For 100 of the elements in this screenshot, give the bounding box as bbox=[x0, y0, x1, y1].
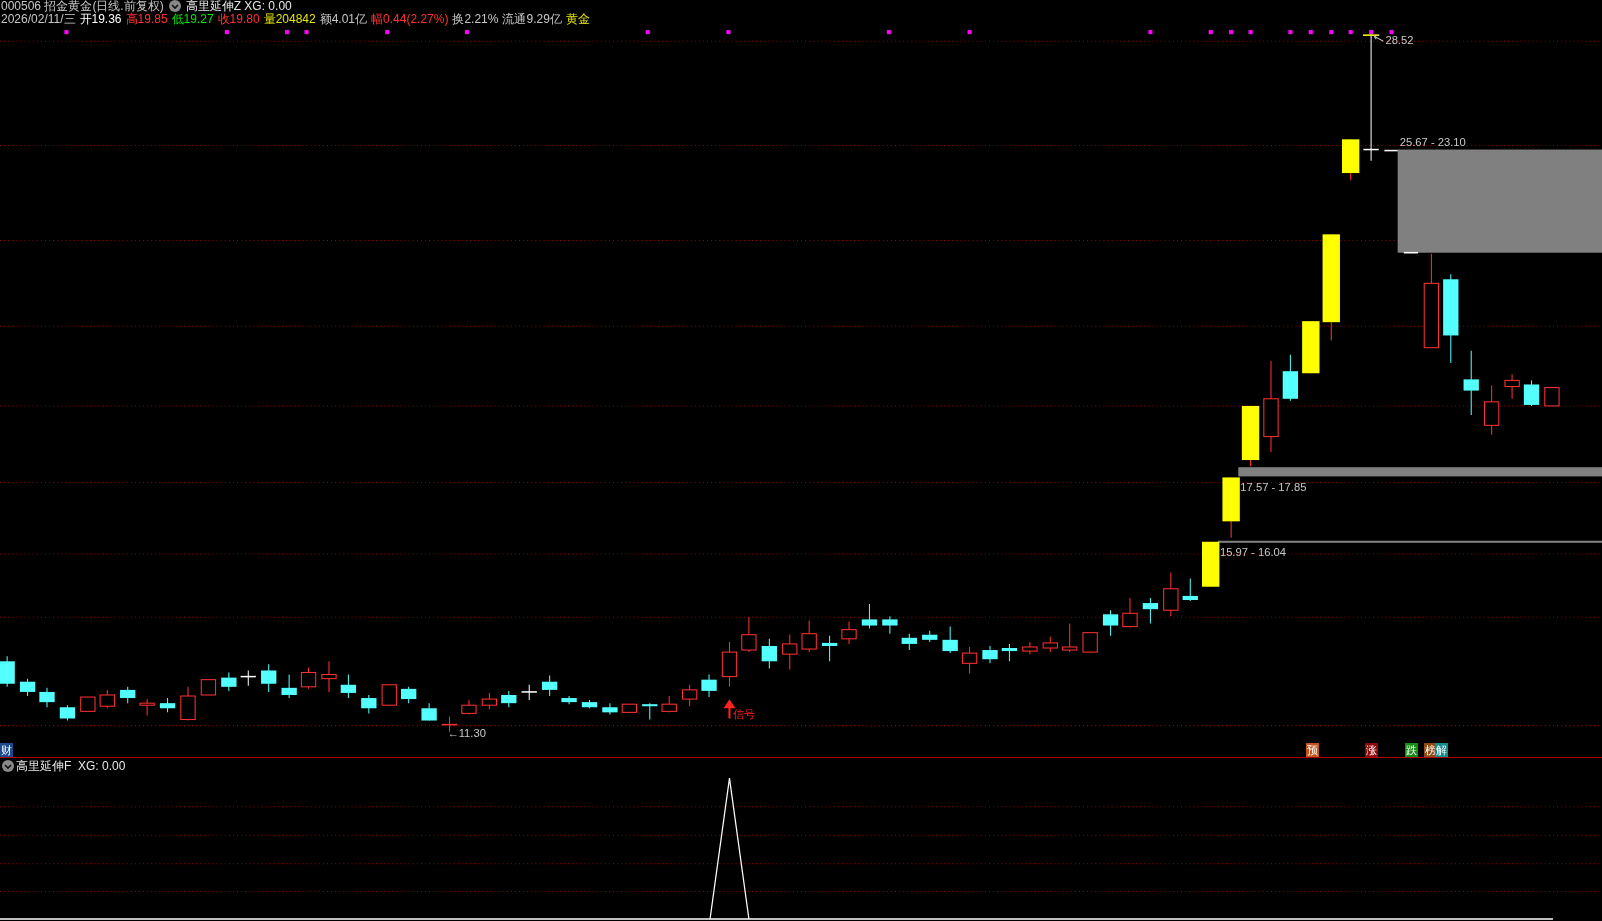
candlestick bbox=[461, 699, 477, 715]
price-tick bbox=[1383, 149, 1399, 152]
candlestick bbox=[1122, 597, 1138, 629]
candlestick bbox=[1282, 354, 1299, 402]
candlestick bbox=[501, 690, 517, 708]
candlestick bbox=[361, 694, 377, 714]
candlestick bbox=[1342, 138, 1360, 181]
quote-value: 高19.85 bbox=[125, 13, 168, 26]
candlestick bbox=[861, 603, 878, 630]
candlestick bbox=[1241, 405, 1260, 467]
candlestick bbox=[982, 645, 998, 664]
marker-tag: 解 bbox=[1435, 743, 1449, 757]
candlestick bbox=[340, 674, 357, 699]
zone-range-label: 15.97 - 16.04 bbox=[1219, 546, 1286, 559]
candlestick bbox=[159, 697, 176, 713]
candlestick bbox=[1463, 350, 1479, 416]
candlestick bbox=[1022, 641, 1038, 655]
candlestick bbox=[821, 635, 838, 662]
candlestick bbox=[139, 698, 155, 716]
quote-value: 幅0.44(2.27%) bbox=[371, 13, 449, 26]
candlestick bbox=[1082, 632, 1098, 653]
price-tick bbox=[1362, 34, 1381, 36]
candlestick bbox=[1523, 379, 1540, 407]
candlestick bbox=[221, 672, 237, 692]
indicator-title: 高里延伸F XG: 0.00 bbox=[16, 758, 126, 774]
candlestick bbox=[942, 626, 958, 654]
stock-title: 000506 招金黄金(日线.前复权) bbox=[1, 0, 164, 13]
candlestick bbox=[741, 616, 757, 653]
candlestick bbox=[801, 619, 817, 653]
candlestick bbox=[661, 695, 677, 713]
candlestick bbox=[59, 704, 76, 722]
price-label: ←11.30 bbox=[447, 726, 486, 739]
candlestick bbox=[1182, 578, 1198, 602]
candlestick bbox=[0, 655, 15, 688]
candlestick bbox=[1484, 385, 1500, 436]
candlestick bbox=[621, 703, 637, 713]
quote-value: 流通9.29亿 bbox=[502, 13, 562, 26]
quote-value: 低19.27 bbox=[171, 13, 214, 26]
marker-tag: 财 bbox=[0, 743, 13, 757]
candlestick bbox=[401, 686, 417, 704]
candlestick bbox=[1102, 609, 1119, 637]
candlestick bbox=[1001, 643, 1018, 662]
candlestick bbox=[882, 615, 898, 635]
candlestick bbox=[200, 679, 217, 696]
candlestick bbox=[922, 630, 938, 643]
candlestick bbox=[542, 675, 558, 697]
candlestick bbox=[99, 689, 115, 709]
candlestick bbox=[581, 699, 598, 709]
candlestick bbox=[1544, 387, 1560, 407]
quote-value: 换2.21% bbox=[452, 13, 499, 26]
chevron-down-icon[interactable] bbox=[2, 760, 14, 772]
candlestick bbox=[281, 674, 297, 699]
price-label: 28.52 bbox=[1385, 34, 1414, 47]
quote-value: 收19.80 bbox=[217, 13, 260, 26]
candlestick bbox=[1042, 636, 1058, 653]
quote-value: 额4.01亿 bbox=[319, 13, 368, 26]
candlestick bbox=[761, 638, 777, 669]
candlestick bbox=[1302, 320, 1320, 374]
quote-value: 2026/02/11/三 bbox=[1, 13, 76, 26]
zone-range-label: 17.57 - 17.85 bbox=[1240, 480, 1307, 493]
candlestick bbox=[1222, 476, 1240, 539]
quote-value: 黄金 bbox=[565, 13, 590, 26]
candlestick bbox=[261, 663, 277, 693]
candlestick bbox=[481, 692, 498, 710]
signal-label: 信号 bbox=[732, 708, 755, 721]
up-arrow-icon bbox=[724, 699, 735, 720]
candlestick bbox=[120, 686, 136, 704]
candlestick bbox=[841, 620, 857, 645]
candlestick bbox=[19, 678, 36, 697]
candlestick bbox=[39, 687, 55, 708]
candlestick bbox=[321, 660, 337, 693]
candlestick bbox=[961, 646, 978, 675]
candlestick bbox=[561, 695, 577, 705]
arrow-icon bbox=[1373, 34, 1384, 42]
candlestick bbox=[1062, 623, 1078, 653]
candlestick bbox=[602, 702, 618, 715]
marker-tag: 预 bbox=[1305, 743, 1319, 757]
candlestick bbox=[782, 634, 798, 670]
candlestick bbox=[239, 669, 257, 687]
candlestick bbox=[421, 702, 437, 722]
marker-tag: 跌 bbox=[1404, 743, 1418, 757]
price-tick bbox=[1403, 251, 1419, 254]
candlestick bbox=[901, 633, 917, 651]
candlestick bbox=[80, 696, 96, 712]
chevron-down-icon[interactable] bbox=[168, 0, 181, 12]
candlestick bbox=[520, 684, 538, 701]
marker-tag: 涨 bbox=[1365, 743, 1378, 757]
candlestick bbox=[701, 674, 717, 698]
candlestick bbox=[721, 641, 738, 688]
candlestick bbox=[300, 666, 317, 690]
zone-range-label: 25.67 - 23.10 bbox=[1399, 136, 1466, 149]
candlestick bbox=[1163, 571, 1179, 617]
candlestick bbox=[681, 684, 698, 707]
indicator-title: 高里延伸Z XG: 0.00 bbox=[185, 0, 292, 13]
candlestick bbox=[1504, 373, 1520, 400]
candlestick bbox=[1142, 597, 1159, 624]
candlestick bbox=[1202, 541, 1220, 588]
quote-value: 量204842 bbox=[263, 13, 316, 26]
candlestick bbox=[180, 686, 196, 722]
candlestick bbox=[381, 684, 397, 706]
